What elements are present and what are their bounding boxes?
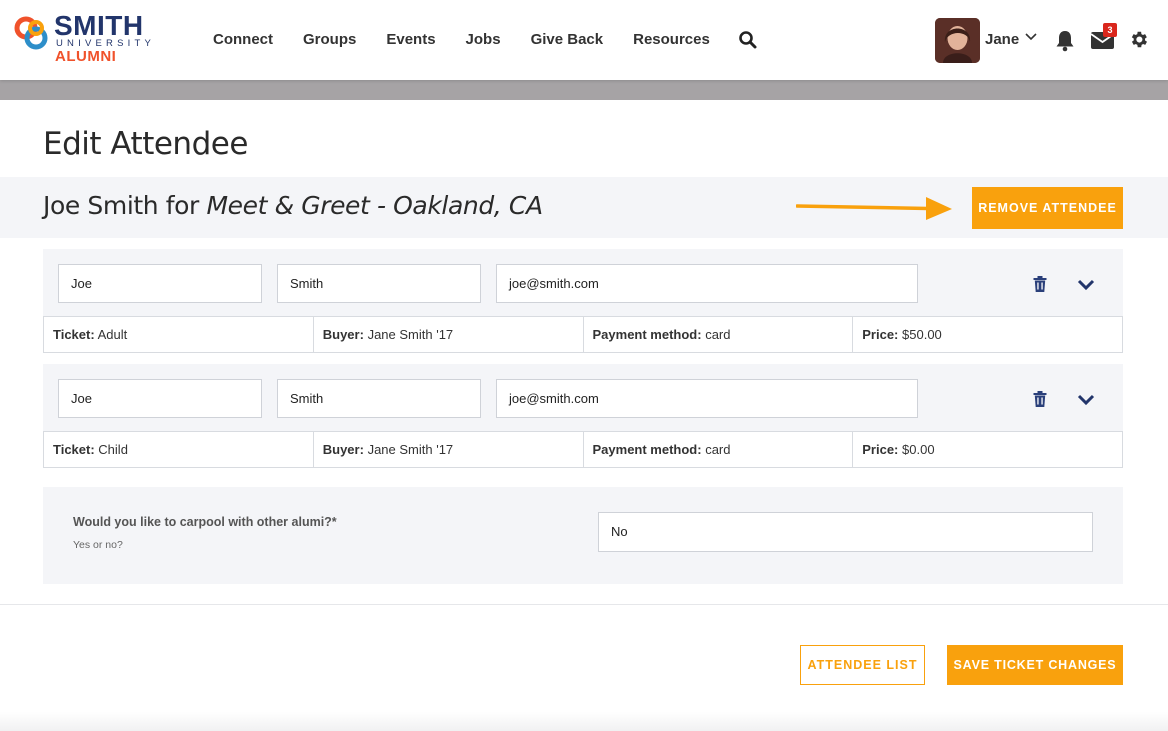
search-icon[interactable] — [738, 30, 758, 50]
user-name[interactable]: Jane — [985, 30, 1019, 50]
attendee-name: Joe Smith — [43, 191, 159, 220]
footer-shadow — [0, 712, 1168, 731]
mail-count-badge: 3 — [1103, 23, 1117, 37]
avatar[interactable] — [935, 18, 980, 63]
event-name: Meet & Greet - Oakland, CA — [206, 191, 544, 220]
attendee-list-button[interactable]: ATTENDEE LIST — [800, 645, 925, 685]
carpool-answer-field[interactable]: No — [598, 512, 1093, 552]
nav-resources[interactable]: Resources — [633, 30, 710, 50]
email-field[interactable]: joe@smith.com — [496, 379, 918, 418]
divider — [0, 604, 1168, 605]
logo-alumni: ALUMNI — [55, 48, 117, 65]
first-name-field[interactable]: Joe — [58, 379, 262, 418]
logo-mark-icon — [14, 16, 48, 50]
buyer-cell: Buyer: Jane Smith '17 — [314, 317, 584, 352]
nav-groups[interactable]: Groups — [303, 30, 356, 50]
payment-cell: Payment method: card — [584, 432, 854, 467]
ticket-cell: Ticket: Child — [44, 432, 314, 467]
bell-icon[interactable] — [1053, 28, 1077, 52]
last-name-field[interactable]: Smith — [277, 379, 481, 418]
attendee-fields-row: Joe Smith joe@smith.com — [43, 249, 1123, 316]
hero-band — [0, 80, 1168, 100]
first-name-field[interactable]: Joe — [58, 264, 262, 303]
price-cell: Price: $0.00 — [862, 442, 935, 457]
carpool-question: Would you like to carpool with other alu… — [73, 515, 337, 529]
gear-icon[interactable] — [1128, 29, 1149, 50]
price-cell: Price: $50.00 — [862, 327, 942, 342]
buyer-cell: Buyer: Jane Smith '17 — [314, 432, 584, 467]
trash-icon[interactable] — [1033, 391, 1047, 407]
avatar-photo-icon — [935, 18, 980, 63]
email-field[interactable]: joe@smith.com — [496, 264, 918, 303]
page-title: Edit Attendee — [43, 126, 248, 162]
payment-cell: Payment method: card — [584, 317, 854, 352]
attendee-card: Joe Smith joe@smith.com Ticket: Adult Bu… — [43, 249, 1123, 353]
nav-jobs[interactable]: Jobs — [466, 30, 501, 50]
carpool-question-panel: Would you like to carpool with other alu… — [43, 487, 1123, 584]
top-navigation-bar: SMITH UNIVERSITY ALUMNI Connect Groups E… — [0, 0, 1168, 80]
chevron-down-icon[interactable] — [1024, 30, 1038, 44]
last-name-field[interactable]: Smith — [277, 264, 481, 303]
carpool-hint: Yes or no? — [73, 539, 123, 551]
chevron-down-icon[interactable] — [1077, 394, 1095, 406]
save-ticket-changes-button[interactable]: SAVE TICKET CHANGES — [947, 645, 1123, 685]
ticket-cell: Ticket: Adult — [44, 317, 314, 352]
logo-word: SMITH — [54, 10, 144, 41]
nav-events[interactable]: Events — [386, 30, 435, 50]
chevron-down-icon[interactable] — [1077, 279, 1095, 291]
attendee-meta-row: Ticket: Adult Buyer: Jane Smith '17 Paym… — [43, 316, 1123, 353]
nav-give-back[interactable]: Give Back — [531, 30, 604, 50]
arrow-right-icon — [796, 197, 952, 220]
attendee-fields-row: Joe Smith joe@smith.com — [43, 364, 1123, 431]
main-nav: Connect Groups Events Jobs Give Back Res… — [213, 30, 740, 50]
attendee-meta-row: Ticket: Child Buyer: Jane Smith '17 Paym… — [43, 431, 1123, 468]
remove-attendee-button[interactable]: REMOVE ATTENDEE — [972, 187, 1123, 229]
trash-icon[interactable] — [1033, 276, 1047, 292]
attendee-event-heading: Joe Smith for Meet & Greet - Oakland, CA — [43, 190, 543, 222]
smith-alumni-logo[interactable]: SMITH UNIVERSITY ALUMNI — [12, 12, 162, 68]
attendee-card: Joe Smith joe@smith.com Ticket: Child Bu… — [43, 364, 1123, 468]
nav-connect[interactable]: Connect — [213, 30, 273, 50]
for-word: for — [165, 191, 200, 220]
